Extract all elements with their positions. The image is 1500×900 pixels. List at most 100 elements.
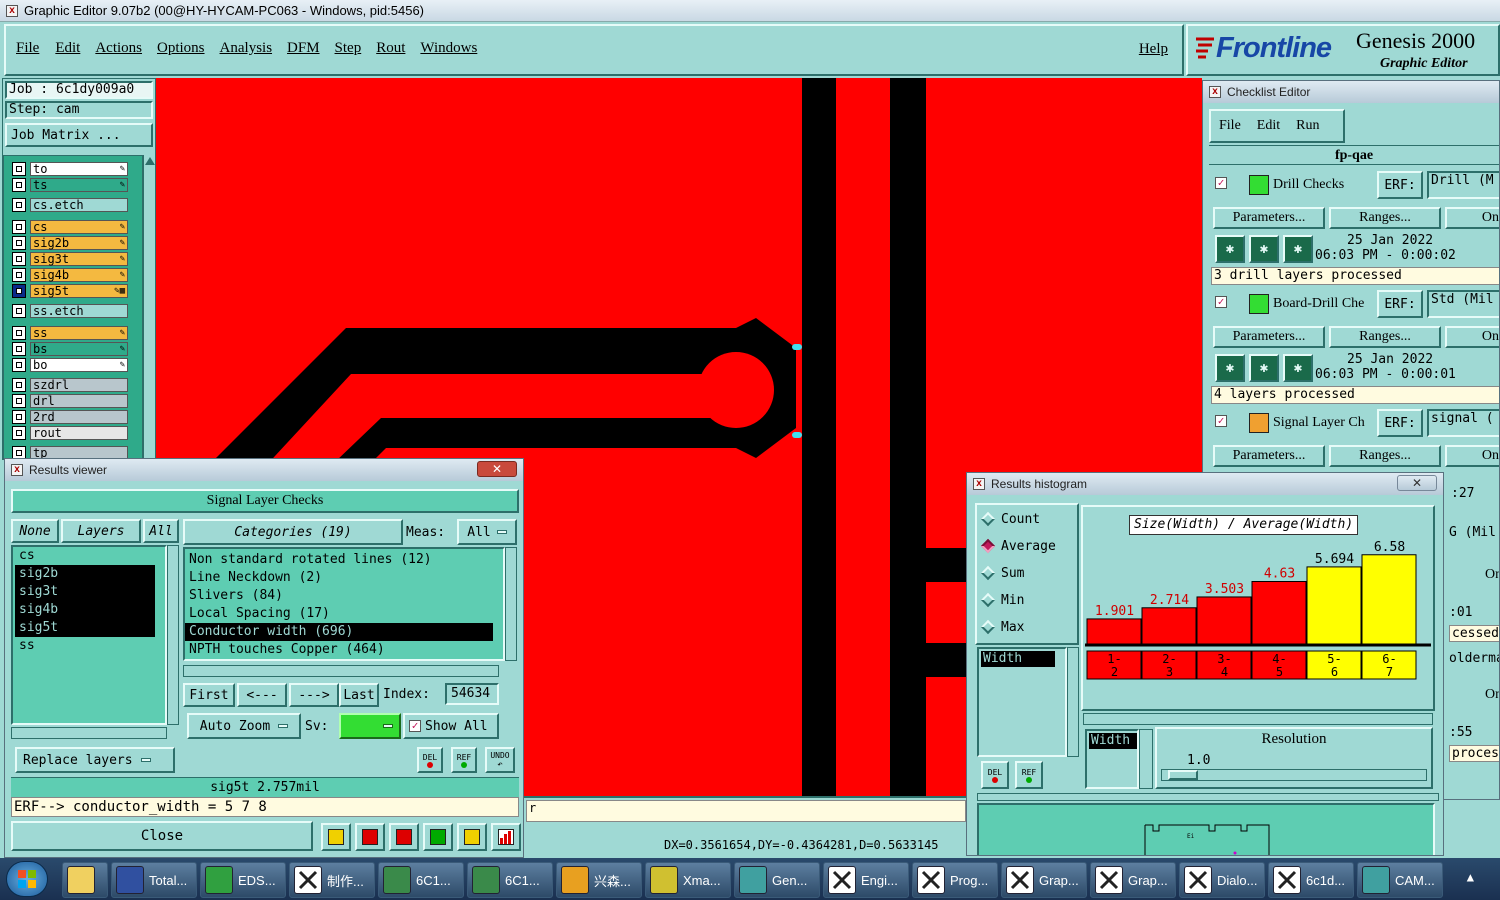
taskbar-item[interactable]: Xma...	[645, 862, 731, 898]
auto-zoom-select[interactable]: Auto Zoom	[187, 713, 301, 739]
layer-checkbox[interactable]	[12, 198, 26, 212]
taskbar-item[interactable]: Gen...	[734, 862, 820, 898]
category-item[interactable]: Conductor width (696)	[185, 623, 493, 641]
category-item[interactable]: Slivers (84)	[185, 587, 493, 605]
layer-checkbox[interactable]	[12, 284, 26, 298]
on-button[interactable]: On	[1445, 445, 1499, 467]
categories-scrollbar[interactable]	[505, 547, 517, 661]
layer-scrollbar[interactable]	[143, 155, 155, 459]
histogram-icon[interactable]	[491, 823, 521, 851]
taskbar-item[interactable]: 6C1...	[467, 862, 553, 898]
taskbar-item[interactable]: Total...	[111, 862, 197, 898]
entry-enabled-checkbox[interactable]: ✓	[1215, 415, 1227, 427]
result-layer-cs[interactable]: cs	[15, 547, 155, 565]
histogram-width-scrollbar[interactable]	[1139, 729, 1153, 789]
resolution-slider-thumb[interactable]	[1168, 770, 1198, 780]
layer-row-cs[interactable]: cs ✎	[12, 220, 128, 234]
layer-row-bs[interactable]: bs ✎	[12, 342, 128, 356]
layer-checkbox[interactable]	[12, 342, 26, 356]
layer-checkbox[interactable]	[12, 178, 26, 192]
layer-row-to[interactable]: to ✎	[12, 162, 128, 176]
layer-row-sig2b[interactable]: sig2b ✎	[12, 236, 128, 250]
run-icon[interactable]: ✱	[1215, 235, 1245, 263]
half-icon[interactable]	[423, 823, 453, 851]
layers-button[interactable]: Layers	[61, 519, 141, 543]
histogram-bar[interactable]	[1306, 566, 1362, 646]
del-button[interactable]: DEL	[417, 747, 443, 773]
ranges-button[interactable]: Ranges...	[1329, 207, 1441, 229]
tray-arrow-icon[interactable]: ▲	[1467, 870, 1474, 884]
histogram-del-button[interactable]: DEL	[981, 761, 1009, 789]
results-layer-list[interactable]: cs sig2b sig3t sig4b sig5t ss	[11, 545, 167, 725]
taskbar-item[interactable]: 6C1...	[378, 862, 464, 898]
entry-enabled-checkbox[interactable]: ✓	[1215, 296, 1227, 308]
layer-checkbox[interactable]	[12, 268, 26, 282]
ranges-button[interactable]: Ranges...	[1329, 326, 1441, 348]
meas-select[interactable]: All	[457, 519, 517, 545]
taskbar-item[interactable]: Engi...	[823, 862, 909, 898]
run-icon[interactable]: ✱	[1215, 354, 1245, 382]
hist-option-count[interactable]: Count	[977, 509, 1077, 529]
histogram-bar[interactable]	[1086, 618, 1142, 646]
taskbar-item[interactable]: 制作...	[289, 862, 375, 898]
menu-analysis[interactable]: Analysis	[220, 40, 273, 57]
none-button[interactable]: None	[11, 519, 59, 543]
layer-row-2rd[interactable]: 2rd	[12, 410, 128, 424]
menu-step[interactable]: Step	[335, 40, 362, 57]
taskbar-item[interactable]: Grap...	[1090, 862, 1176, 898]
categories-hscroll[interactable]	[183, 665, 499, 677]
category-item[interactable]: Local Spacing (17)	[185, 605, 493, 623]
layer-checkbox[interactable]	[12, 394, 26, 408]
taskbar-item[interactable]: Prog...	[912, 862, 998, 898]
menu-options[interactable]: Options	[157, 40, 205, 57]
entry-enabled-checkbox[interactable]: ✓	[1215, 177, 1227, 189]
entry-erf-select[interactable]: signal (	[1427, 409, 1499, 437]
menu-windows[interactable]: Windows	[420, 40, 477, 57]
layer-checkbox[interactable]	[12, 410, 26, 424]
taskbar-item[interactable]: Dialo...	[1179, 862, 1265, 898]
prev-button[interactable]: <---	[237, 683, 287, 707]
layer-row-sig3t[interactable]: sig3t ✎	[12, 252, 128, 266]
all-layers-button[interactable]: All	[143, 519, 179, 543]
layer-row-bo[interactable]: bo ✎	[12, 358, 128, 372]
ref-button[interactable]: REF	[451, 747, 477, 773]
layer-checkbox[interactable]	[12, 162, 26, 176]
layer-checkbox[interactable]	[12, 426, 26, 440]
histogram-close-icon[interactable]: ✕	[1397, 475, 1437, 491]
layer-checkbox[interactable]	[12, 378, 26, 392]
category-item[interactable]: Line Neckdown (2)	[185, 569, 493, 587]
histogram-width-list[interactable]: Width	[977, 647, 1067, 757]
menu-file[interactable]: File	[16, 40, 39, 57]
histogram-list-scrollbar[interactable]	[1067, 647, 1079, 757]
taskbar-item[interactable]: CAM...	[1357, 862, 1443, 898]
start-button[interactable]	[6, 861, 48, 897]
ranges-button[interactable]: Ranges...	[1329, 445, 1441, 467]
layer-row-rout[interactable]: rout	[12, 426, 128, 440]
run-select-icon[interactable]: ✱	[1249, 354, 1279, 382]
undo-button[interactable]: UNDO ↶	[485, 747, 515, 773]
close-button[interactable]: Close	[11, 821, 313, 851]
result-layer-sig3t[interactable]: sig3t	[15, 583, 155, 601]
results-layer-scrollbar[interactable]	[167, 545, 179, 725]
run-select-icon[interactable]: ✱	[1249, 235, 1279, 263]
layer-row-sig4b[interactable]: sig4b ✎	[12, 268, 128, 282]
category-item[interactable]: NPTH touches Copper (464)	[185, 641, 493, 659]
replace-layers-button[interactable]: Replace layers	[15, 747, 175, 773]
highlight-icon[interactable]	[355, 823, 385, 851]
result-layer-ss[interactable]: ss	[15, 637, 155, 655]
taskbar-item[interactable]: EDS...	[200, 862, 286, 898]
checklist-menu-edit[interactable]: Edit	[1257, 118, 1280, 134]
hist-option-max[interactable]: Max	[977, 617, 1077, 637]
histogram-bar[interactable]	[1361, 554, 1417, 646]
last-button[interactable]: Last	[339, 683, 379, 707]
entry-erf-select[interactable]: Drill (M	[1427, 171, 1499, 199]
delete-marker-icon[interactable]	[389, 823, 419, 851]
results-viewer-close-icon[interactable]: ✕	[477, 461, 517, 477]
layer-checkbox[interactable]	[12, 304, 26, 318]
job-matrix-button[interactable]: Job Matrix ...	[5, 123, 153, 147]
on-button[interactable]: On	[1445, 207, 1499, 229]
layer-bar-icon[interactable]	[321, 823, 351, 851]
hist-option-sum[interactable]: Sum	[977, 563, 1077, 583]
taskbar-item[interactable]: 6c1d...	[1268, 862, 1354, 898]
histogram-bar[interactable]	[1141, 607, 1197, 646]
